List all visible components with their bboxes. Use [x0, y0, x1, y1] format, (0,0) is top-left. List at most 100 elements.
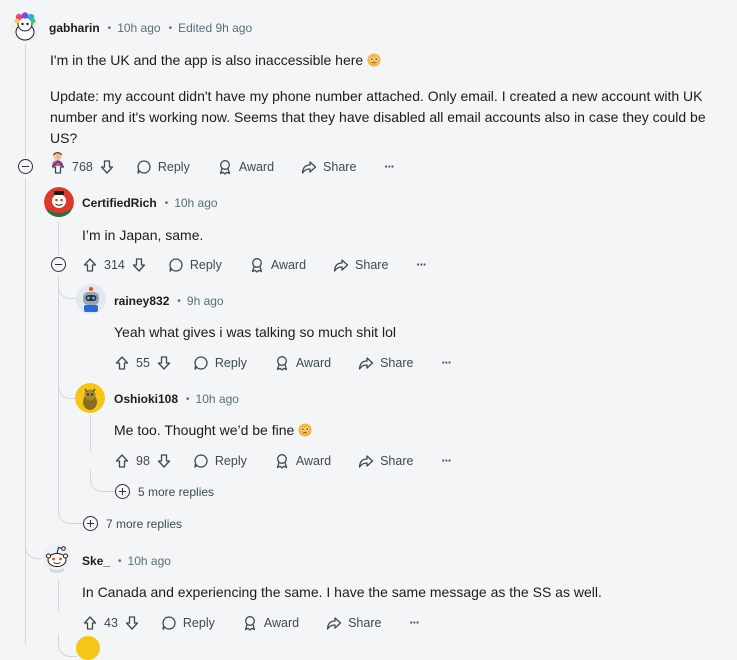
- award-button[interactable]: Award: [274, 355, 331, 371]
- share-button[interactable]: Share: [333, 257, 388, 273]
- share-icon: [326, 617, 342, 630]
- award-button[interactable]: Award: [274, 453, 331, 469]
- share-button[interactable]: Share: [326, 615, 381, 631]
- comment-text: number and it's working now. Seems that …: [50, 109, 706, 146]
- upvote-icon[interactable]: [82, 615, 98, 631]
- avatar-rainey832[interactable]: [76, 284, 106, 314]
- avatar-next-reply[interactable]: [76, 636, 100, 660]
- overflow-icon[interactable]: ···: [441, 454, 451, 468]
- username[interactable]: Oshioki108: [114, 392, 178, 406]
- share-button[interactable]: Share: [358, 453, 413, 469]
- comment-body: I'm in the UK and the app is also inacce…: [50, 50, 730, 170]
- more-replies-label: 7 more replies: [106, 516, 183, 531]
- separator-dot: •: [186, 393, 190, 405]
- vote-count: 55: [136, 356, 150, 370]
- reply-bubble-icon: [137, 160, 151, 174]
- expand-icon[interactable]: [115, 484, 130, 499]
- comment-body: Me too. Thought we’d be fine: [114, 420, 312, 441]
- overflow-icon[interactable]: ···: [416, 258, 426, 272]
- vote-group: 314: [82, 257, 147, 273]
- separator-dot: •: [168, 22, 173, 34]
- share-label: Share: [348, 616, 382, 630]
- reply-button[interactable]: Reply: [193, 453, 247, 469]
- vote-group: 98: [114, 453, 172, 469]
- expand-icon[interactable]: [83, 516, 98, 531]
- reply-bubble-icon: [194, 356, 208, 370]
- thread-curve-more7: [58, 500, 83, 524]
- reply-label: Reply: [214, 356, 247, 370]
- upvote-icon[interactable]: [114, 355, 130, 371]
- timestamp[interactable]: 10h ago: [196, 392, 239, 406]
- collapse-icon[interactable]: [51, 257, 66, 272]
- award-label: Award: [295, 454, 332, 468]
- reply-label: Reply: [157, 160, 190, 174]
- thread-line-oshioki: [90, 415, 91, 451]
- timestamp[interactable]: 10h ago: [117, 21, 160, 35]
- vote-group: 768: [50, 159, 115, 175]
- share-button[interactable]: Share: [358, 355, 413, 371]
- overflow-icon[interactable]: ···: [441, 356, 451, 370]
- upvote-icon[interactable]: [82, 257, 98, 273]
- thread-line-ske: [58, 580, 59, 611]
- vote-group: 43: [82, 615, 140, 631]
- comment-actions: 55 Reply Award Share ···: [114, 351, 452, 375]
- share-button[interactable]: Share: [301, 159, 356, 175]
- vote-group: 55: [114, 355, 172, 371]
- award-icon: [244, 616, 256, 631]
- vote-count: 768: [72, 160, 93, 174]
- downvote-icon[interactable]: [131, 257, 147, 273]
- downvote-icon[interactable]: [99, 159, 115, 175]
- share-label: Share: [355, 258, 389, 272]
- downvote-icon[interactable]: [156, 453, 172, 469]
- comment-meta: CertifiedRich • 10h ago: [82, 196, 218, 210]
- comment-text: Me too. Thought we’d be fine: [114, 422, 295, 438]
- downvote-icon[interactable]: [124, 615, 140, 631]
- edited-label: Edited 9h ago: [178, 21, 253, 35]
- downvote-icon[interactable]: [156, 355, 172, 371]
- overflow-icon[interactable]: ···: [384, 160, 394, 174]
- avatar-certifiedrich[interactable]: [44, 187, 74, 217]
- award-button[interactable]: Award: [217, 159, 274, 175]
- award-icon: [219, 160, 230, 175]
- username[interactable]: gabharin: [49, 21, 100, 35]
- reply-button[interactable]: Reply: [136, 159, 190, 175]
- timestamp[interactable]: 10h ago: [128, 554, 171, 568]
- avatar-gabharin[interactable]: [10, 12, 40, 42]
- overflow-icon[interactable]: ···: [409, 616, 419, 630]
- share-icon: [358, 455, 374, 468]
- comment-meta: Oshioki108 • 10h ago: [114, 392, 239, 406]
- award-label: Award: [295, 356, 332, 370]
- thread-curve-more5: [90, 470, 115, 492]
- comment-meta: Ske_ • 10h ago: [82, 554, 171, 568]
- more-replies-nested[interactable]: 5 more replies: [115, 484, 214, 499]
- award-button[interactable]: Award: [249, 257, 306, 273]
- avatar-oshioki108[interactable]: [75, 383, 105, 413]
- reply-bubble-icon: [169, 258, 183, 272]
- reply-button[interactable]: Reply: [193, 355, 247, 371]
- reply-button[interactable]: Reply: [161, 615, 215, 631]
- comment-body: I’m in Japan, same.: [82, 227, 204, 243]
- reply-button[interactable]: Reply: [168, 257, 222, 273]
- comment-body: Yeah what gives i was talking so much sh…: [114, 324, 396, 340]
- comment-actions: 43 Reply Award Share ···: [82, 611, 420, 635]
- upvote-icon[interactable]: [114, 453, 130, 469]
- separator-dot: •: [177, 295, 181, 307]
- upvote-icon[interactable]: [50, 159, 66, 175]
- award-label: Award: [238, 160, 275, 174]
- share-label: Share: [323, 160, 357, 174]
- share-icon: [301, 161, 317, 174]
- reply-bubble-icon: [194, 454, 208, 468]
- award-icon: [276, 454, 288, 469]
- username[interactable]: CertifiedRich: [82, 196, 157, 210]
- share-label: Share: [380, 356, 414, 370]
- timestamp[interactable]: 9h ago: [187, 294, 224, 308]
- username[interactable]: Ske_: [82, 554, 110, 568]
- comment-line: I'm in the UK and the app is also inacce…: [50, 50, 730, 71]
- avatar-ske[interactable]: [42, 543, 72, 573]
- timestamp[interactable]: 10h ago: [174, 196, 217, 210]
- more-replies-level1[interactable]: 7 more replies: [83, 516, 182, 531]
- username[interactable]: rainey832: [114, 294, 169, 308]
- collapse-icon[interactable]: [18, 159, 33, 174]
- award-button[interactable]: Award: [242, 615, 299, 631]
- reply-label: Reply: [182, 616, 215, 630]
